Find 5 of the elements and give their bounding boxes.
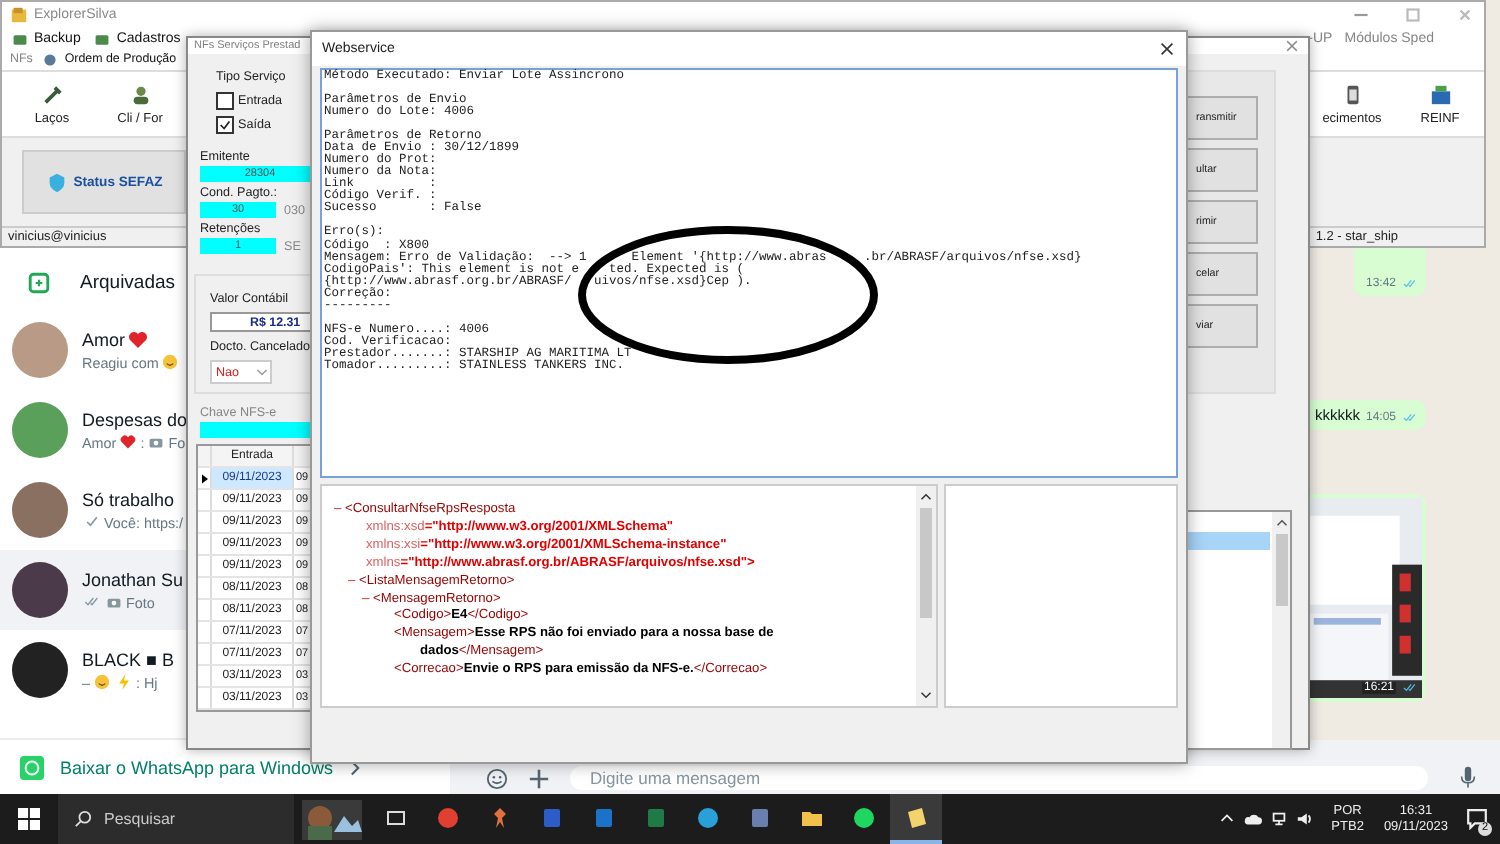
chat-name: Só trabalho (82, 489, 175, 509)
chat-name: BLACK ■ B (82, 649, 174, 669)
chat-name: Amor (82, 329, 126, 349)
chat-name: Jonathan Su (82, 569, 184, 589)
chat-name: Despesas do (82, 409, 188, 429)
